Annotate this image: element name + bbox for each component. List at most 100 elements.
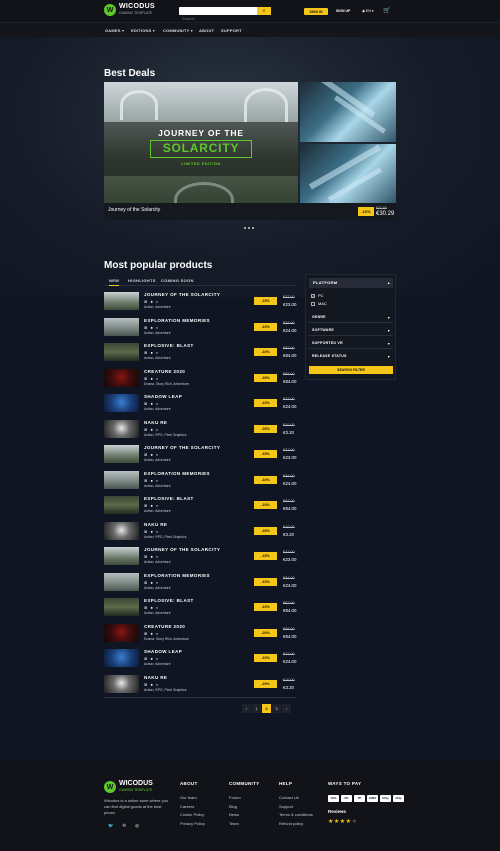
product-name[interactable]: NAKU RE bbox=[144, 522, 167, 527]
product-thumbnail[interactable] bbox=[104, 572, 139, 591]
cart-icon[interactable]: 🛒 bbox=[383, 7, 390, 14]
rating-stars[interactable]: ★★★★★ bbox=[328, 818, 357, 825]
product-row[interactable]: EXPLORATION MEMORIES ⊞ ● ◐ Action, Adventu… bbox=[104, 317, 296, 343]
product-name[interactable]: CREATURE 2020 bbox=[144, 624, 185, 629]
nav-support[interactable]: SUPPORT bbox=[221, 28, 242, 33]
pagination-page-2[interactable]: 2 bbox=[262, 704, 271, 713]
product-row[interactable]: EXPLOSIVE: BLAST ⊞ ● ◐ Action, Adventure -1… bbox=[104, 597, 296, 623]
product-thumbnail[interactable] bbox=[104, 343, 139, 361]
deal-side-image-top[interactable] bbox=[300, 82, 396, 142]
nav-about[interactable]: ABOUT bbox=[199, 28, 214, 33]
product-thumbnail[interactable] bbox=[104, 419, 139, 438]
nav-community[interactable]: COMMUNITY ▾ bbox=[163, 28, 193, 33]
filter-option-pc[interactable]: ✓ PC bbox=[311, 293, 324, 298]
product-row[interactable]: SHADOW LEAP ⊞ ● ◐ Action, Adventure -10% €72… bbox=[104, 393, 296, 419]
product-thumbnail[interactable] bbox=[104, 547, 139, 565]
twitter-icon[interactable]: 🐦 bbox=[108, 823, 114, 829]
footer-link[interactable]: Terms & conditions bbox=[279, 812, 313, 821]
filter-section-software[interactable]: SOFTWARE ▾ bbox=[309, 325, 393, 336]
pagination-page-3[interactable]: 3 bbox=[272, 704, 281, 713]
product-name[interactable]: SHADOW LEAP bbox=[144, 394, 182, 399]
product-row[interactable]: EXPLOSIVE: BLAST ⊞ ● ◐ Action, Adventure -1… bbox=[104, 342, 296, 368]
deal-product-name[interactable]: Journey of the Solarcity bbox=[108, 207, 160, 213]
footer-link[interactable]: Careers bbox=[180, 804, 205, 813]
product-thumbnail[interactable] bbox=[104, 394, 139, 412]
product-thumbnail[interactable] bbox=[104, 598, 139, 616]
carousel-dots[interactable] bbox=[244, 227, 254, 229]
product-name[interactable]: EXPLORATION MEMORIES bbox=[144, 573, 210, 578]
carousel-dot[interactable] bbox=[252, 227, 254, 229]
product-name[interactable]: JOURNEY OF THE SOLARCITY bbox=[144, 445, 220, 450]
filter-option-mac[interactable]: MAC bbox=[311, 301, 327, 306]
logo[interactable]: W WICODUS GAMING TEMPLATE bbox=[104, 3, 155, 16]
checkbox-icon[interactable] bbox=[311, 301, 315, 306]
footer-link[interactable]: Support bbox=[279, 804, 313, 813]
footer-link[interactable]: Forum bbox=[229, 795, 259, 804]
footer-link[interactable]: Contact Us bbox=[279, 795, 313, 804]
product-name[interactable]: JOURNEY OF THE SOLARCITY bbox=[144, 292, 220, 297]
pagination-next[interactable]: › bbox=[282, 704, 291, 713]
product-row[interactable]: SHADOW LEAP ⊞ ● ◐ Action, Adventure -10% €72… bbox=[104, 648, 296, 674]
product-thumbnail[interactable] bbox=[104, 649, 139, 667]
pinterest-icon[interactable]: ℗ bbox=[123, 823, 126, 829]
tab-coming-soon[interactable]: COMING SOON bbox=[161, 278, 194, 283]
product-row[interactable]: JOURNEY OF THE SOLARCITY ⊞ ● ◐ Action, Adv… bbox=[104, 291, 296, 317]
product-thumbnail[interactable] bbox=[104, 470, 139, 489]
sign-up-link[interactable]: SIGN UP bbox=[336, 8, 350, 15]
product-name[interactable]: EXPLOSIVE: BLAST bbox=[144, 598, 194, 603]
product-thumbnail[interactable] bbox=[104, 623, 139, 642]
footer-link[interactable]: Team bbox=[229, 821, 259, 830]
product-row[interactable]: NAKU RE ⊞ ● ◐ Action, RPG, Pixel Graphics -… bbox=[104, 674, 296, 700]
featured-deal-banner[interactable]: JOURNEY OF THE SOLARCITY LIMITED EDITION bbox=[104, 82, 298, 220]
pagination-prev[interactable]: ‹ bbox=[242, 704, 251, 713]
product-thumbnail[interactable] bbox=[104, 292, 139, 310]
product-thumbnail[interactable] bbox=[104, 317, 139, 336]
nav-editions[interactable]: EDITIONS ▾ bbox=[131, 28, 155, 33]
product-thumbnail[interactable] bbox=[104, 674, 139, 693]
tab-highlights[interactable]: HIGHLIGHTS bbox=[128, 278, 156, 283]
product-row[interactable]: EXPLORATION MEMORIES ⊞ ● ◐ Action, Adventu… bbox=[104, 572, 296, 598]
product-thumbnail[interactable] bbox=[104, 521, 139, 540]
footer-link[interactable]: Cookie Policy bbox=[180, 812, 205, 821]
language-selector[interactable]: ◉ EN ▾ bbox=[362, 8, 374, 15]
footer-link[interactable]: News bbox=[229, 812, 259, 821]
product-row[interactable]: EXPLOSIVE: BLAST ⊞ ● ◐ Action, Adventure -1… bbox=[104, 495, 296, 521]
product-row[interactable]: NAKU RE ⊞ ● ◐ Action, RPG, Pixel Graphics -… bbox=[104, 419, 296, 445]
product-row[interactable]: CREATURE 2020 ⊞ ● ◐ Drama, Story Rich, Adv… bbox=[104, 368, 296, 394]
product-row[interactable]: NAKU RE ⊞ ● ◐ Action, RPG, Pixel Graphics -… bbox=[104, 521, 296, 547]
search-filter-button[interactable]: SEARCH FILTER bbox=[309, 366, 393, 374]
carousel-dot[interactable] bbox=[244, 227, 246, 229]
product-thumbnail[interactable] bbox=[104, 496, 139, 514]
pagination-page-1[interactable]: 1 bbox=[252, 704, 261, 713]
product-name[interactable]: EXPLOSIVE: BLAST bbox=[144, 343, 194, 348]
footer-logo[interactable]: W WICODUS GAMING TEMPLATE bbox=[104, 780, 153, 793]
filter-section-release[interactable]: RELEASE STATUS ▾ bbox=[309, 351, 393, 362]
product-thumbnail[interactable] bbox=[104, 368, 139, 387]
product-name[interactable]: JOURNEY OF THE SOLARCITY bbox=[144, 547, 220, 552]
product-name[interactable]: CREATURE 2020 bbox=[144, 369, 185, 374]
footer-link[interactable]: Blog bbox=[229, 804, 259, 813]
filter-section-vr[interactable]: SUPPORTED VR ▾ bbox=[309, 338, 393, 349]
footer-link[interactable]: Privacy Policy bbox=[180, 821, 205, 830]
product-row[interactable]: CREATURE 2020 ⊞ ● ◐ Drama, Story Rich, Adv… bbox=[104, 623, 296, 649]
product-row[interactable]: JOURNEY OF THE SOLARCITY ⊞ ● ◐ Action, Adv… bbox=[104, 546, 296, 572]
product-name[interactable]: EXPLORATION MEMORIES bbox=[144, 318, 210, 323]
tab-new[interactable]: NEW bbox=[109, 278, 120, 286]
deal-side-image-bottom[interactable] bbox=[300, 144, 396, 203]
footer-link[interactable]: Refund policy bbox=[279, 821, 313, 830]
filter-section-genre[interactable]: GENRE ▾ bbox=[309, 312, 393, 323]
instagram-icon[interactable]: ◎ bbox=[135, 823, 139, 829]
product-name[interactable]: NAKU RE bbox=[144, 675, 167, 680]
sign-in-button[interactable]: SIGN IN bbox=[304, 8, 328, 15]
checkbox-checked-icon[interactable]: ✓ bbox=[311, 293, 315, 298]
star-empty-icon[interactable]: ★ bbox=[352, 819, 358, 825]
product-thumbnail[interactable] bbox=[104, 445, 139, 463]
nav-games[interactable]: GAMES ▾ bbox=[105, 28, 124, 33]
product-row[interactable]: EXPLORATION MEMORIES ⊞ ● ◐ Action, Adventu… bbox=[104, 470, 296, 496]
product-name[interactable]: SHADOW LEAP bbox=[144, 649, 182, 654]
product-name[interactable]: EXPLORATION MEMORIES bbox=[144, 471, 210, 476]
product-row[interactable]: JOURNEY OF THE SOLARCITY ⊞ ● ◐ Action, Adv… bbox=[104, 444, 296, 470]
search-icon[interactable]: ⌕ bbox=[257, 7, 271, 15]
product-name[interactable]: NAKU RE bbox=[144, 420, 167, 425]
carousel-dot[interactable] bbox=[248, 227, 250, 229]
